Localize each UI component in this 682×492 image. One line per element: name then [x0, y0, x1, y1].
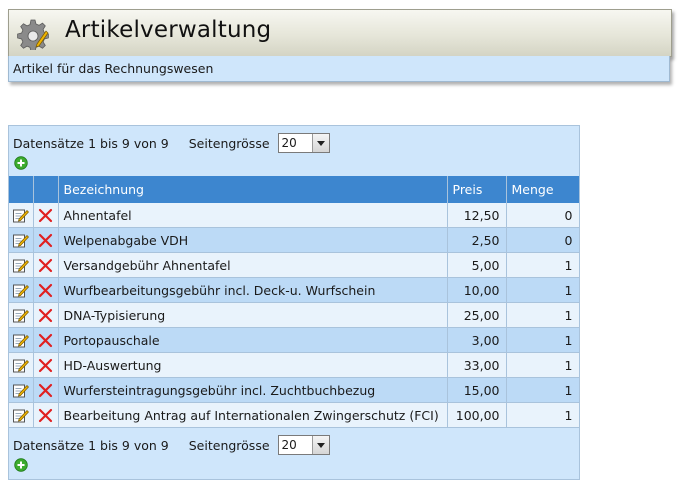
delete-icon[interactable] — [37, 382, 54, 397]
page-size-select[interactable]: 20 — [277, 435, 330, 455]
column-header-preis[interactable]: Preis — [447, 176, 507, 203]
table-row: DNA-Typisierung 25,00 1 — [9, 302, 580, 328]
edit-icon[interactable] — [12, 357, 30, 372]
edit-cell — [9, 252, 34, 278]
cell-preis: 100,00 — [447, 402, 507, 428]
cell-bezeichnung: Portopauschale — [58, 327, 448, 353]
edit-cell — [9, 227, 34, 253]
table-row: Bearbeitung Antrag auf Internationalen Z… — [9, 402, 580, 428]
delete-cell — [33, 252, 59, 278]
cell-preis: 5,00 — [447, 252, 507, 278]
cell-preis: 10,00 — [447, 277, 507, 303]
chevron-down-icon[interactable] — [311, 134, 329, 152]
edit-cell — [9, 377, 34, 403]
edit-icon[interactable] — [12, 332, 30, 347]
delete-cell — [33, 302, 59, 328]
edit-cell — [9, 327, 34, 353]
cell-preis: 25,00 — [447, 302, 507, 328]
gear-pencil-icon — [17, 19, 49, 50]
edit-cell — [9, 352, 34, 378]
articles-panel: Datensätze 1 bis 9 von 9 Seitengrösse 20… — [8, 125, 580, 480]
table-row: Welpenabgabe VDH 2,50 0 — [9, 227, 580, 253]
cell-menge: 1 — [506, 302, 580, 328]
delete-cell — [33, 402, 59, 428]
page-title: Artikelverwaltung — [65, 17, 272, 43]
table-row: Wurfbearbeitungsgebühr incl. Deck-u. Wur… — [9, 277, 580, 303]
delete-cell — [33, 227, 59, 253]
cell-menge: 1 — [506, 402, 580, 428]
edit-icon[interactable] — [12, 257, 30, 272]
pager-bottom: Datensätze 1 bis 9 von 9 Seitengrösse 20 — [13, 433, 330, 457]
cell-preis: 33,00 — [447, 352, 507, 378]
pager-top: Datensätze 1 bis 9 von 9 Seitengrösse 20 — [13, 131, 330, 155]
delete-cell — [33, 277, 59, 303]
delete-cell — [33, 352, 59, 378]
column-header-delete — [33, 176, 59, 203]
delete-cell — [33, 203, 59, 228]
cell-menge: 1 — [506, 327, 580, 353]
column-header-edit — [9, 176, 34, 203]
cell-bezeichnung: Wurfbearbeitungsgebühr incl. Deck-u. Wur… — [58, 277, 448, 303]
page-size-label: Seitengrösse — [188, 135, 270, 151]
cell-bezeichnung: Welpenabgabe VDH — [58, 227, 448, 253]
articles-table: Bezeichnung Preis Menge Ahnentafel 12,50 0… — [9, 176, 580, 428]
delete-icon[interactable] — [37, 282, 54, 297]
edit-icon[interactable] — [12, 282, 30, 297]
cell-menge: 0 — [506, 203, 580, 228]
edit-icon[interactable] — [12, 307, 30, 322]
cell-bezeichnung: DNA-Typisierung — [58, 302, 448, 328]
delete-icon[interactable] — [37, 207, 54, 222]
delete-cell — [33, 377, 59, 403]
records-label: Datensätze 1 bis 9 von 9 — [13, 135, 169, 151]
table-header-row: Bezeichnung Preis Menge — [9, 176, 580, 203]
delete-icon[interactable] — [37, 332, 54, 347]
edit-cell — [9, 402, 34, 428]
edit-icon[interactable] — [12, 382, 30, 397]
edit-cell — [9, 203, 34, 228]
cell-bezeichnung: Ahnentafel — [58, 203, 448, 228]
table-row: Ahnentafel 12,50 0 — [9, 203, 580, 228]
page-size-value: 20 — [281, 136, 297, 150]
delete-cell — [33, 327, 59, 353]
cell-menge: 1 — [506, 352, 580, 378]
cell-bezeichnung: Versandgebühr Ahnentafel — [58, 252, 448, 278]
table-row: Versandgebühr Ahnentafel 5,00 1 — [9, 252, 580, 278]
cell-bezeichnung: Wurfersteintragungsgebühr incl. Zuchtbuc… — [58, 377, 448, 403]
cell-preis: 15,00 — [447, 377, 507, 403]
table-row: Portopauschale 3,00 1 — [9, 327, 580, 353]
page-header: Artikelverwaltung — [8, 9, 672, 57]
edit-icon[interactable] — [12, 407, 30, 422]
add-icon[interactable] — [14, 458, 28, 472]
table-row: HD-Auswertung 33,00 1 — [9, 352, 580, 378]
cell-preis: 2,50 — [447, 227, 507, 253]
column-header-menge[interactable]: Menge — [506, 176, 580, 203]
delete-icon[interactable] — [37, 257, 54, 272]
cell-menge: 0 — [506, 227, 580, 253]
column-header-bezeichnung[interactable]: Bezeichnung — [58, 176, 448, 203]
table-row: Wurfersteintragungsgebühr incl. Zuchtbuc… — [9, 377, 580, 403]
records-label: Datensätze 1 bis 9 von 9 — [13, 437, 169, 453]
page-size-select[interactable]: 20 — [277, 133, 330, 153]
cell-bezeichnung: HD-Auswertung — [58, 352, 448, 378]
cell-bezeichnung: Bearbeitung Antrag auf Internationalen Z… — [58, 402, 448, 428]
delete-icon[interactable] — [37, 232, 54, 247]
add-icon[interactable] — [14, 156, 28, 170]
page-size-value: 20 — [281, 438, 297, 452]
chevron-down-icon[interactable] — [311, 436, 329, 454]
edit-icon[interactable] — [12, 232, 30, 247]
edit-cell — [9, 302, 34, 328]
page-subtitle: Artikel für das Rechnungswesen — [8, 56, 670, 82]
cell-menge: 1 — [506, 252, 580, 278]
delete-icon[interactable] — [37, 407, 54, 422]
cell-menge: 1 — [506, 377, 580, 403]
cell-preis: 12,50 — [447, 203, 507, 228]
edit-cell — [9, 277, 34, 303]
page-size-label: Seitengrösse — [188, 437, 270, 453]
delete-icon[interactable] — [37, 307, 54, 322]
cell-preis: 3,00 — [447, 327, 507, 353]
edit-icon[interactable] — [12, 207, 30, 222]
cell-menge: 1 — [506, 277, 580, 303]
delete-icon[interactable] — [37, 357, 54, 372]
